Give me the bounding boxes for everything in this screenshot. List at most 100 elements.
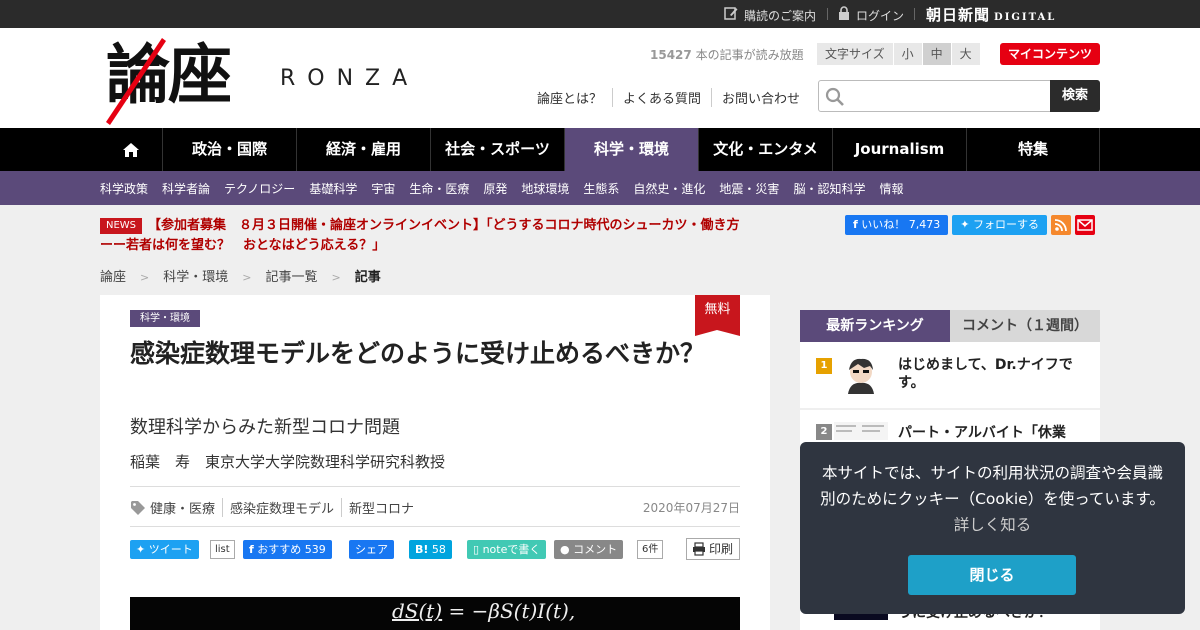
- read-count-label: 本の記事が読み放題: [691, 48, 804, 62]
- twitter-follow-label: フォローする: [973, 218, 1040, 231]
- my-content-button[interactable]: マイコンテンツ: [1000, 43, 1101, 65]
- article-subtitle: 数理科学からみた新型コロナ問題: [130, 417, 400, 438]
- facebook-icon: f: [249, 543, 254, 556]
- twitter-icon: ✦: [960, 218, 970, 231]
- nav-society[interactable]: 社会・スポーツ: [430, 128, 564, 171]
- divider: [130, 526, 740, 527]
- subnav-item[interactable]: 科学者論: [162, 180, 210, 197]
- subnav-item[interactable]: 科学政策: [100, 180, 148, 197]
- nav-politics[interactable]: 政治・国際: [162, 128, 296, 171]
- twitter-follow-button[interactable]: ✦ フォローする: [952, 215, 1048, 235]
- article-author[interactable]: 稲葉 寿 東京大学大学院数理科学研究科教授: [130, 451, 445, 472]
- tab-latest-ranking[interactable]: 最新ランキング: [800, 310, 950, 342]
- home-icon: [123, 142, 139, 157]
- comment-count[interactable]: 6件: [637, 540, 664, 559]
- breadcrumb-list[interactable]: 記事一覧: [265, 270, 317, 285]
- tag-link[interactable]: 新型コロナ: [341, 498, 421, 517]
- hatena-icon: B!: [415, 543, 429, 556]
- subnav-item[interactable]: 原発: [483, 180, 507, 197]
- article: 科学・環境 無料 感染症数理モデルをどのように受け止めるべきか？ 数理科学からみ…: [100, 295, 770, 630]
- hatena-bookmark-button[interactable]: B! 58: [409, 540, 452, 559]
- breadcrumb-separator: >: [331, 271, 341, 284]
- share-bar: ✦ ツイート list f おすすめ 539 シェア B! 58 ▯ noteで…: [130, 538, 741, 560]
- ranking-item[interactable]: 1 はじめまして、Dr.ナイフです。: [800, 342, 1100, 408]
- nav-features[interactable]: 特集: [966, 128, 1100, 171]
- print-label: 印刷: [709, 542, 734, 556]
- logo-slash-mark: [106, 38, 166, 125]
- mail-icon[interactable]: [1075, 215, 1096, 235]
- tag-link[interactable]: 感染症数理モデル: [222, 498, 341, 517]
- category-badge[interactable]: 科学・環境: [130, 310, 200, 327]
- contact-link[interactable]: お問い合わせ: [711, 88, 810, 107]
- facebook-share-button[interactable]: シェア: [349, 540, 394, 559]
- subnav-item[interactable]: 基礎科学: [309, 180, 357, 197]
- nav-economy[interactable]: 経済・雇用: [296, 128, 430, 171]
- search-box: 検索: [818, 80, 1100, 112]
- subnav-item[interactable]: 自然史・進化: [633, 180, 705, 197]
- facebook-recommend-button[interactable]: f おすすめ 539: [243, 540, 332, 559]
- rss-icon[interactable]: [1051, 215, 1072, 235]
- divider: [130, 486, 740, 487]
- ranking-thumbnail: [834, 422, 888, 440]
- top-bar: 購読のご案内 ログイン 朝日新聞 DIGITAL: [0, 0, 1200, 28]
- subnav-item[interactable]: テクノロジー: [224, 180, 295, 197]
- nav-culture[interactable]: 文化・エンタメ: [698, 128, 832, 171]
- breadcrumb-home[interactable]: 論座: [100, 270, 126, 285]
- breadcrumb-separator: >: [140, 271, 150, 284]
- subnav-item[interactable]: 情報: [879, 180, 903, 197]
- facebook-like-button[interactable]: f いいね！ 7,473: [845, 215, 949, 235]
- header-links: 論座とは？ よくある質問 お問い合わせ: [537, 88, 810, 107]
- edit-icon: [724, 7, 738, 20]
- twitter-icon: ✦: [136, 543, 146, 556]
- search-input[interactable]: [847, 81, 1047, 111]
- nav-science[interactable]: 科学・環境: [564, 128, 698, 171]
- about-link[interactable]: 論座とは？: [537, 88, 612, 107]
- note-button[interactable]: ▯ noteで書く: [467, 540, 547, 559]
- ranking-title: はじめまして、Dr.ナイフです。: [898, 357, 1073, 391]
- subnav-item[interactable]: 脳・認知科学: [793, 180, 865, 197]
- ranking-tabs: 最新ランキング コメント（１週間）: [800, 310, 1100, 342]
- font-size-medium[interactable]: 中: [921, 43, 951, 65]
- site-header: 論座 RONZA 15427 本の記事が読み放題 文字サイズ 小 中 大 マイコ…: [0, 28, 1200, 128]
- comment-button[interactable]: ● コメント: [554, 540, 624, 559]
- rank-number: 1: [816, 358, 832, 374]
- equation-rhs: = −βS(t)I(t),: [448, 599, 576, 623]
- faq-link[interactable]: よくある質問: [612, 88, 711, 107]
- lock-icon: [839, 6, 849, 20]
- note-label: noteで書く: [482, 543, 541, 556]
- breadcrumb-category[interactable]: 科学・環境: [163, 270, 228, 285]
- font-size-small[interactable]: 小: [892, 43, 922, 65]
- subnav-item[interactable]: 地球環境: [521, 180, 569, 197]
- facebook-like-count: 7,473: [908, 218, 941, 231]
- read-count: 15427 本の記事が読み放題: [650, 46, 804, 63]
- subnav-item[interactable]: 生態系: [583, 180, 619, 197]
- twitter-list-count[interactable]: list: [210, 540, 235, 559]
- ranking-title: パート・アルバイト「休業: [898, 425, 1066, 441]
- asahi-digital-logo[interactable]: 朝日新聞 DIGITAL: [926, 4, 1056, 25]
- login-link[interactable]: ログイン: [856, 7, 904, 24]
- tag-link[interactable]: 健康・医療: [146, 498, 222, 517]
- search-button[interactable]: 検索: [1050, 80, 1100, 112]
- font-size-selector: 文字サイズ 小 中 大: [817, 43, 980, 65]
- subscribe-link[interactable]: 購読のご案内: [744, 7, 816, 24]
- subnav-item[interactable]: 宇宙: [371, 180, 395, 197]
- nav-journalism[interactable]: Journalism: [832, 128, 966, 171]
- subnav-item[interactable]: 生命・医療: [409, 180, 469, 197]
- news-link[interactable]: 【参加者募集 ８月３日開催・論座オンラインイベント】「どうするコロナ時代のシュー…: [100, 218, 740, 253]
- news-ticker: NEWS 【参加者募集 ８月３日開催・論座オンラインイベント】「どうするコロナ時代…: [100, 216, 750, 256]
- comment-icon: ●: [560, 543, 570, 556]
- print-button[interactable]: 印刷: [686, 538, 741, 560]
- tag-icon: [131, 500, 145, 515]
- tab-comments-week[interactable]: コメント（１週間）: [950, 310, 1100, 342]
- free-badge: 無料: [695, 295, 740, 336]
- ranking-thumbnail: [834, 354, 888, 394]
- asahi-logo-text: 朝日新聞: [926, 6, 991, 24]
- nav-home[interactable]: [100, 128, 162, 171]
- cookie-message: 本サイトでは、サイトの利用状況の調査や会員識別のためにクッキー（Cookie）を…: [820, 464, 1165, 508]
- cookie-close-button[interactable]: 閉じる: [908, 555, 1076, 595]
- note-icon: ▯: [473, 543, 480, 556]
- font-size-large[interactable]: 大: [950, 43, 980, 65]
- cookie-more-link[interactable]: 詳しく知る: [954, 516, 1032, 534]
- tweet-button[interactable]: ✦ ツイート: [130, 540, 199, 559]
- subnav-item[interactable]: 地震・災害: [719, 180, 779, 197]
